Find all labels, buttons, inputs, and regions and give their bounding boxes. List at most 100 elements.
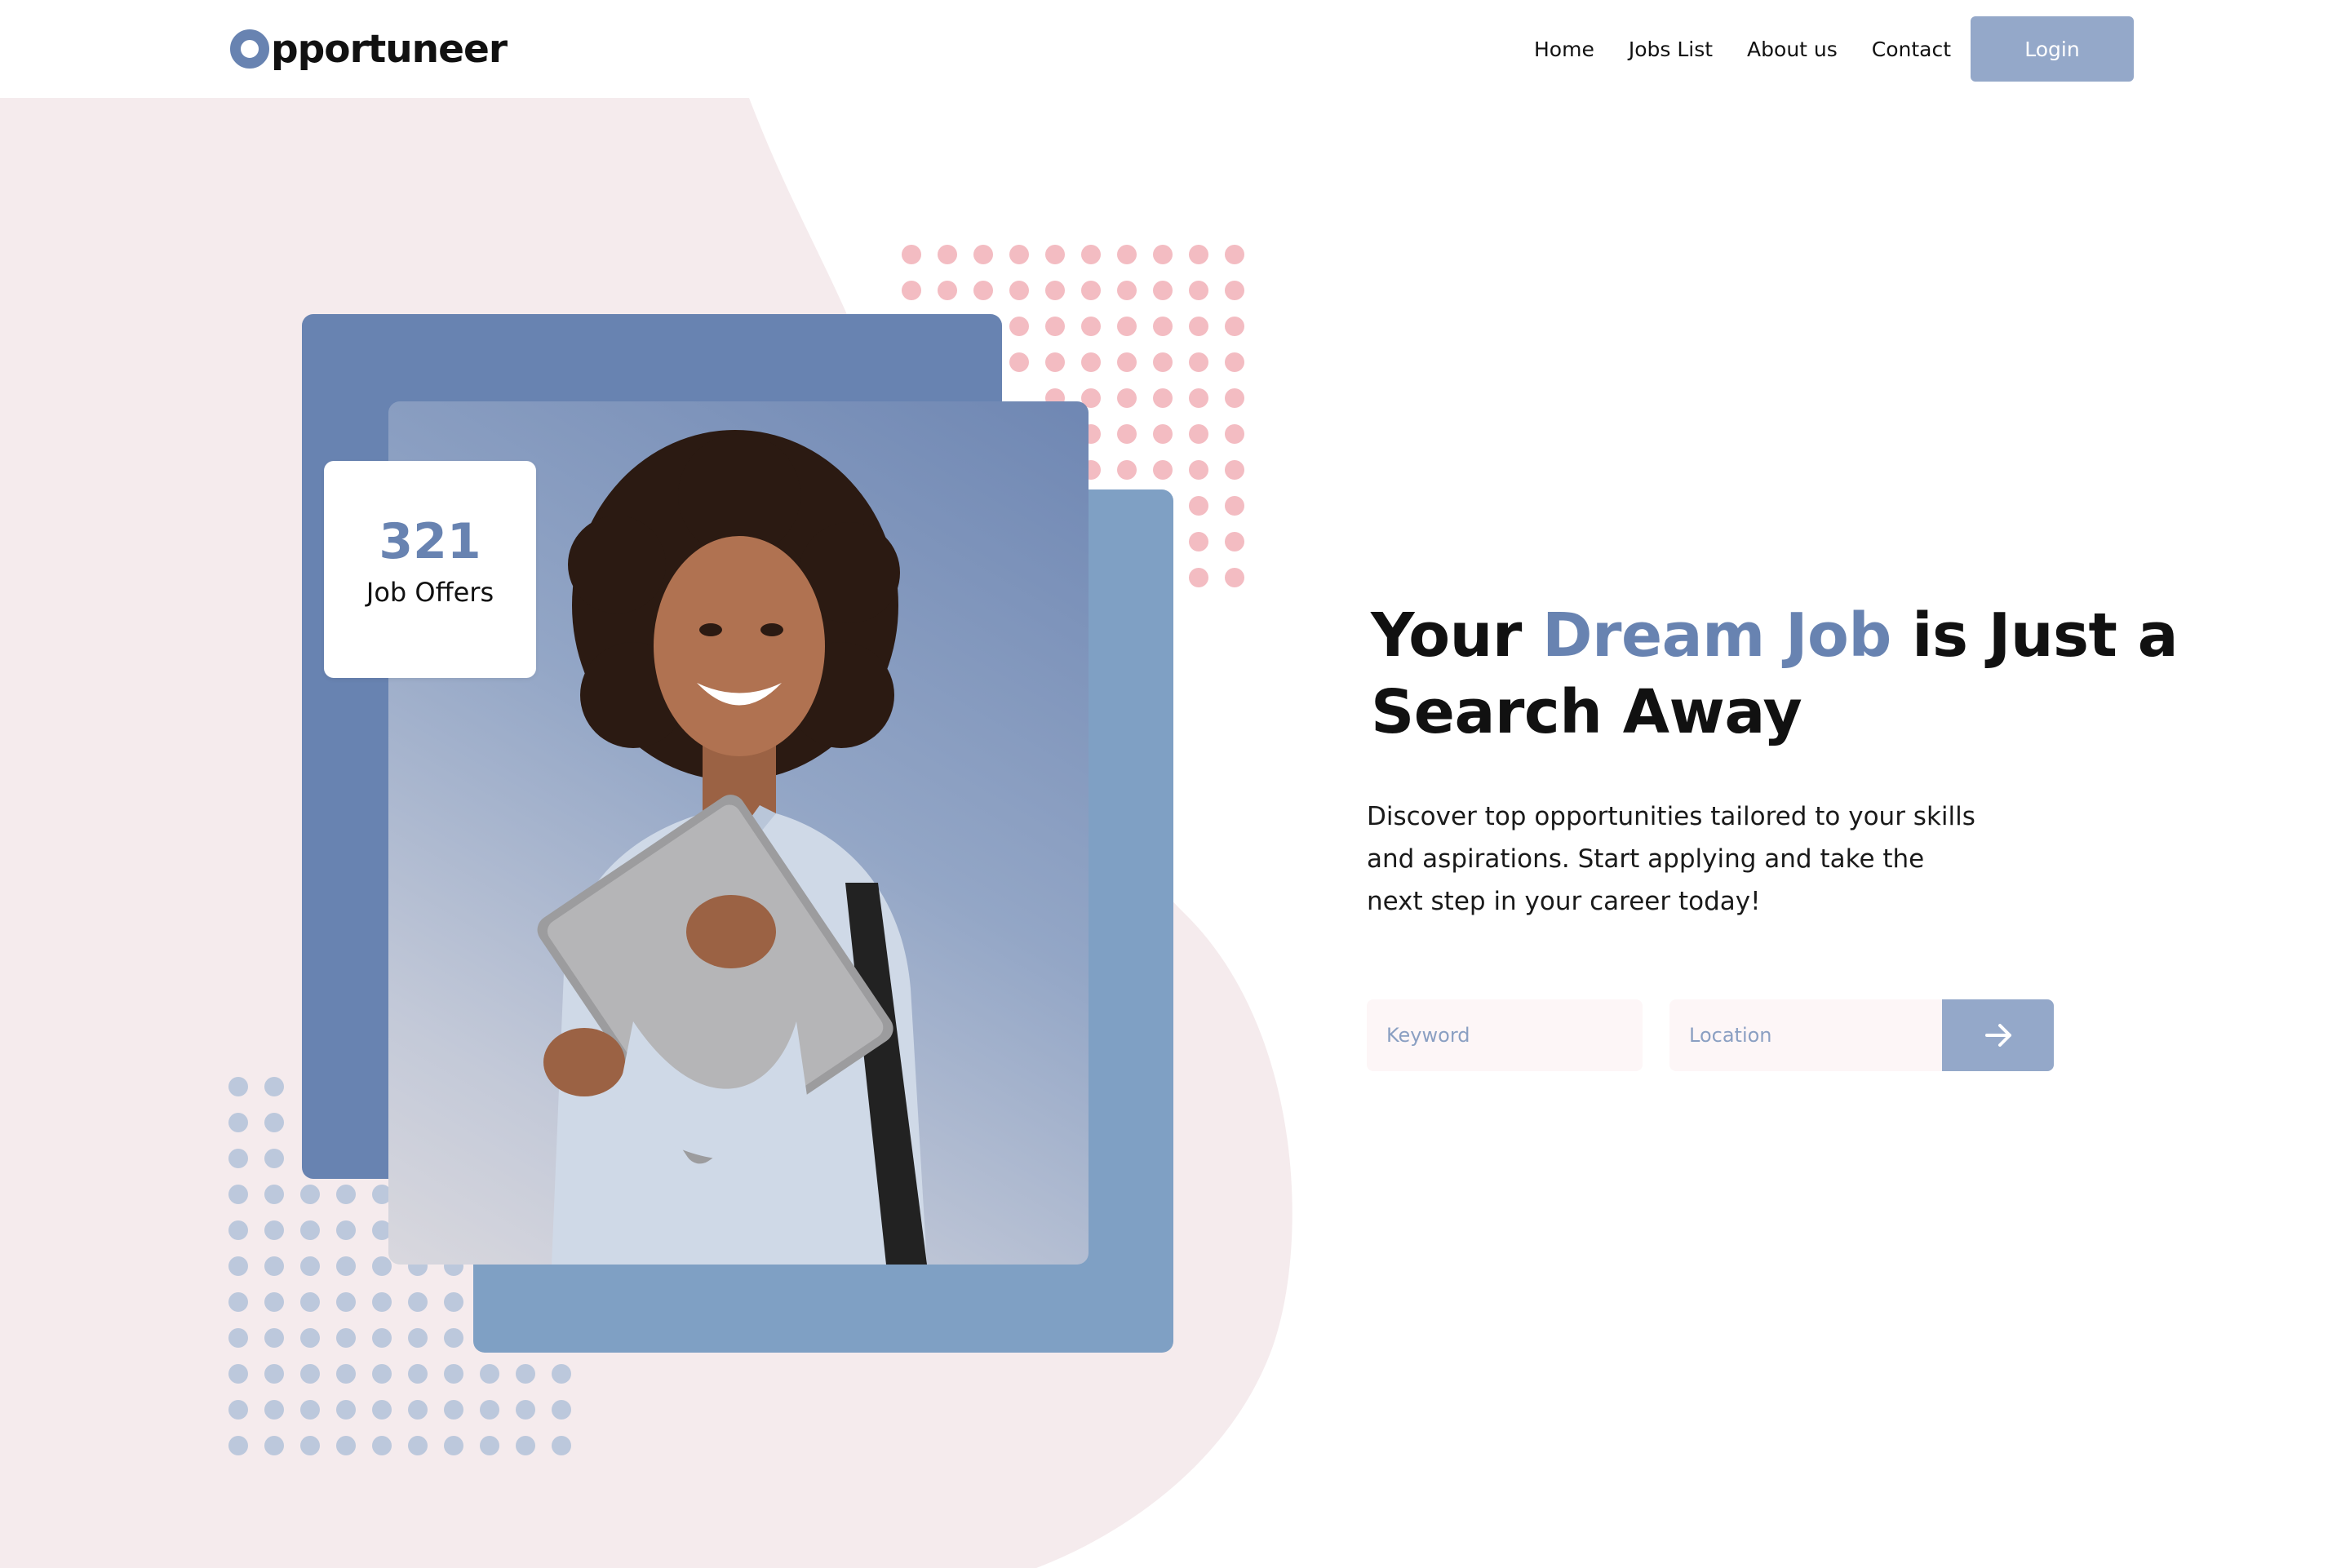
pink-dot (1009, 281, 1029, 300)
nav-jobs-list[interactable]: Jobs List (1629, 38, 1713, 61)
blue-dot (300, 1220, 320, 1240)
blue-dot (264, 1113, 284, 1132)
blue-dot (228, 1292, 248, 1312)
pink-dot (1117, 317, 1137, 336)
blue-dot (300, 1292, 320, 1312)
blue-dot (264, 1364, 284, 1384)
pink-dot (1225, 245, 1244, 264)
blue-dot (300, 1436, 320, 1455)
nav-about-us[interactable]: About us (1747, 38, 1838, 61)
blue-dot (228, 1256, 248, 1276)
blue-dot (300, 1328, 320, 1348)
pink-dot (1117, 245, 1137, 264)
nav-home[interactable]: Home (1534, 38, 1594, 61)
pink-dot (1153, 245, 1173, 264)
top-navbar: pportuneer Home Jobs List About us Conta… (0, 0, 2350, 98)
blue-dot (264, 1185, 284, 1204)
hero-title: Your Dream Job is Just a Search Away (1371, 597, 2187, 751)
pink-dot (1153, 317, 1173, 336)
pink-dot (1045, 352, 1065, 372)
pink-dot (1117, 352, 1137, 372)
blue-dot (336, 1256, 356, 1276)
blue-dot (264, 1400, 284, 1420)
pink-dot (1081, 245, 1101, 264)
blue-dot (336, 1185, 356, 1204)
pink-dot (1225, 388, 1244, 408)
blue-dot (228, 1077, 248, 1096)
pink-dot (1153, 460, 1173, 480)
blue-dot (228, 1328, 248, 1348)
arrow-right-icon (1984, 1024, 2011, 1047)
pink-dot (1081, 317, 1101, 336)
pink-dot (1045, 317, 1065, 336)
pink-dot (1189, 281, 1208, 300)
pink-dot (1009, 245, 1029, 264)
blue-dot (408, 1328, 428, 1348)
blue-dot (336, 1364, 356, 1384)
blue-dot (408, 1364, 428, 1384)
login-button[interactable]: Login (1971, 16, 2134, 82)
pink-dot (1225, 352, 1244, 372)
blue-dot (408, 1292, 428, 1312)
blue-dot (480, 1400, 499, 1420)
pink-dot (1153, 281, 1173, 300)
pink-dot (938, 281, 957, 300)
blue-dot (372, 1328, 392, 1348)
pink-dot (1009, 317, 1029, 336)
blue-dot (336, 1400, 356, 1420)
blue-dot (372, 1400, 392, 1420)
blue-dot (264, 1328, 284, 1348)
blue-dot (552, 1400, 571, 1420)
blue-dot (264, 1220, 284, 1240)
blue-dot (516, 1400, 535, 1420)
brand-logo[interactable]: pportuneer (230, 24, 508, 73)
pink-dot (1225, 281, 1244, 300)
blue-dot (444, 1436, 463, 1455)
o-ring-icon (230, 29, 269, 69)
job-offers-count: 321 (379, 513, 481, 570)
blue-dot (372, 1364, 392, 1384)
blue-dot (336, 1292, 356, 1312)
pink-dot (1225, 568, 1244, 587)
job-offers-label: Job Offers (366, 577, 494, 608)
blue-dot (228, 1220, 248, 1240)
blue-dot (264, 1436, 284, 1455)
blue-dot (264, 1077, 284, 1096)
pink-dot (938, 245, 957, 264)
pink-dot (1117, 460, 1137, 480)
pink-dot (1081, 352, 1101, 372)
blue-dot (516, 1436, 535, 1455)
pink-dot (1225, 532, 1244, 551)
pink-dot (1153, 388, 1173, 408)
pink-dot (1153, 424, 1173, 444)
pink-dot (1189, 532, 1208, 551)
location-input[interactable] (1669, 999, 1942, 1071)
blue-dot (516, 1364, 535, 1384)
search-submit-button[interactable] (1942, 999, 2054, 1071)
pink-dot (1189, 352, 1208, 372)
pink-dot (1225, 424, 1244, 444)
pink-dot (902, 281, 921, 300)
pink-dot (1189, 388, 1208, 408)
pink-dot (973, 245, 993, 264)
blue-dot (300, 1364, 320, 1384)
nav-contact[interactable]: Contact (1872, 38, 1951, 61)
blue-dot (228, 1364, 248, 1384)
pink-dot (1153, 352, 1173, 372)
blue-dot (228, 1149, 248, 1168)
keyword-input[interactable] (1367, 999, 1643, 1071)
blue-dot (552, 1436, 571, 1455)
blue-dot (264, 1292, 284, 1312)
blue-dot (480, 1436, 499, 1455)
blue-dot (372, 1436, 392, 1455)
pink-dot (1081, 281, 1101, 300)
blue-dot (336, 1220, 356, 1240)
pink-dot (1189, 568, 1208, 587)
hero-title-start: Your (1371, 600, 1543, 671)
pink-dot (1225, 317, 1244, 336)
blue-dot (228, 1400, 248, 1420)
blue-dot (300, 1400, 320, 1420)
blue-dot (444, 1292, 463, 1312)
pink-dot (1189, 424, 1208, 444)
blue-dot (444, 1364, 463, 1384)
